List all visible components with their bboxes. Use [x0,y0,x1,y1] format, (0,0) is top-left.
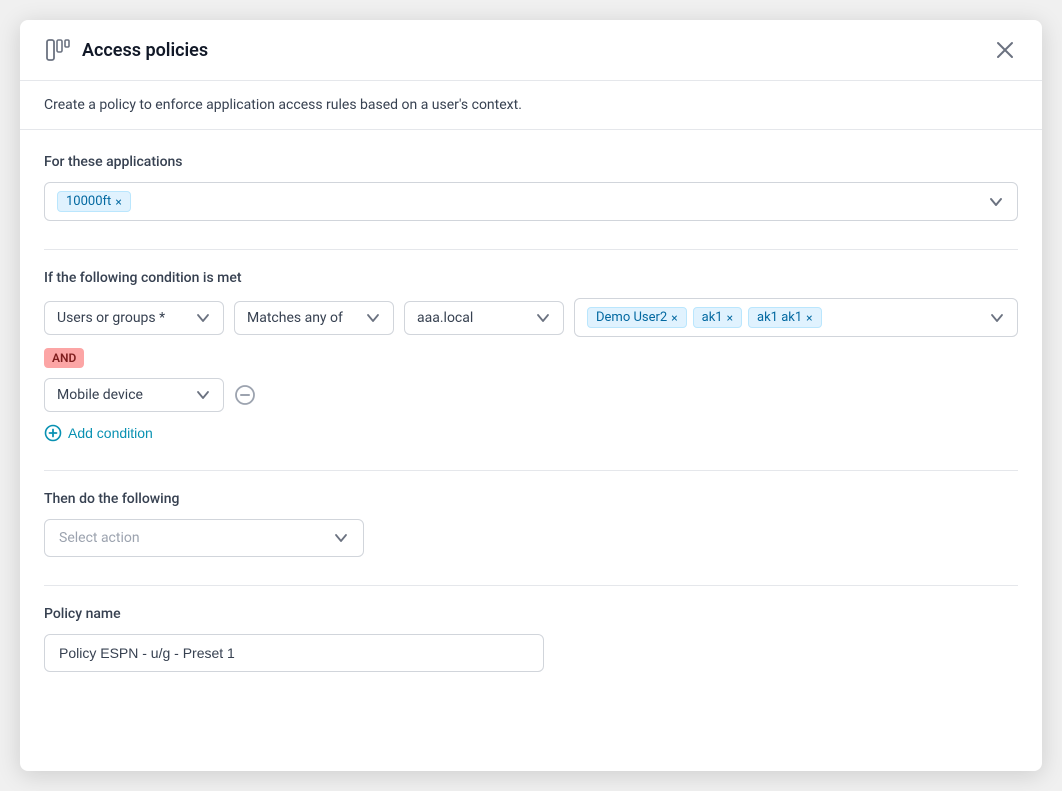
condition-row-2: Mobile device [44,378,1018,412]
divider-1 [44,249,1018,250]
field2-dropdown[interactable]: Mobile device [44,378,224,412]
modal-body: For these applications 10000ft × If the … [20,130,1042,712]
field2-chevron-icon [195,387,211,403]
applications-chevron-icon [987,193,1005,211]
remove-condition-button[interactable] [234,384,256,406]
modal-subtitle: Create a policy to enforce application a… [20,81,1042,130]
action-chevron-icon [333,530,349,546]
add-condition-button[interactable]: Add condition [44,420,153,446]
domain-dropdown[interactable]: aaa.local [404,301,564,335]
value-tag-label: Demo User2 [596,310,667,325]
field-dropdown[interactable]: Users or groups * [44,301,224,335]
close-icon [996,41,1014,59]
domain-chevron-icon [535,310,551,326]
applications-section: For these applications 10000ft × [44,154,1018,221]
app-icon [44,36,72,64]
access-policies-modal: Access policies Create a policy to enfor… [20,20,1042,771]
action-section: Then do the following Select action [44,491,1018,557]
value-tag-demouser2: Demo User2 × [587,307,687,328]
add-condition-label: Add condition [68,425,153,441]
field2-dropdown-label: Mobile device [57,387,143,403]
policy-name-input[interactable] [44,634,544,672]
close-button[interactable] [992,37,1018,63]
value-tag-label: ak1 [702,310,723,325]
app-tag-10000ft: 10000ft × [57,191,131,212]
app-tag-label: 10000ft [66,194,111,209]
modal-header: Access policies [20,20,1042,81]
modal-title: Access policies [82,40,208,61]
remove-icon [234,384,256,406]
value-tag-ak1ak1: ak1 ak1 × [748,307,822,328]
values-tags-container: Demo User2 × ak1 × ak1 ak1 × [587,307,981,328]
divider-2 [44,470,1018,471]
value-tag-remove[interactable]: × [671,312,677,324]
value-tag-remove[interactable]: × [727,312,733,324]
field-chevron-icon [195,310,211,326]
value-tag-remove[interactable]: × [806,312,812,324]
applications-select[interactable]: 10000ft × [44,182,1018,221]
and-badge: AND [44,348,84,368]
domain-dropdown-label: aaa.local [417,310,473,326]
field-dropdown-label: Users or groups * [57,310,165,326]
conditions-label: If the following condition is met [44,270,1018,286]
policy-name-label: Policy name [44,606,1018,622]
value-tag-ak1: ak1 × [693,307,742,328]
values-dropdown[interactable]: Demo User2 × ak1 × ak1 ak1 × [574,298,1018,337]
app-tag-remove[interactable]: × [115,196,121,208]
conditions-section: If the following condition is met Users … [44,270,1018,446]
header-left: Access policies [44,36,208,64]
applications-label: For these applications [44,154,1018,170]
condition-row-1: Users or groups * Matches any of aaa.loc… [44,298,1018,337]
values-chevron-icon [989,310,1005,326]
action-label: Then do the following [44,491,1018,507]
operator-dropdown-label: Matches any of [247,310,343,326]
action-placeholder: Select action [59,530,140,546]
divider-3 [44,585,1018,586]
operator-chevron-icon [365,310,381,326]
app-tags-container: 10000ft × [57,191,131,212]
policy-name-section: Policy name [44,606,1018,672]
action-dropdown[interactable]: Select action [44,519,364,557]
value-tag-label: ak1 ak1 [757,310,802,325]
add-condition-icon [44,424,62,442]
operator-dropdown[interactable]: Matches any of [234,301,394,335]
